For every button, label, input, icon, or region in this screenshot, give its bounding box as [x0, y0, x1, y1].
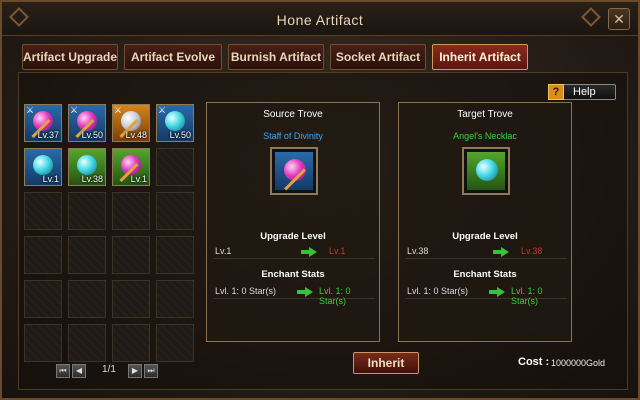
staff-pink-orb-icon	[275, 152, 313, 191]
arrow-right-icon	[297, 287, 313, 297]
last-page-button[interactable]: ⏭	[144, 364, 158, 378]
empty-slot[interactable]	[24, 192, 62, 230]
close-button[interactable]: ✕	[608, 8, 630, 30]
enchant-stats-label: Enchant Stats	[453, 269, 517, 280]
empty-slot[interactable]	[156, 236, 194, 274]
item-level: Lv.1	[42, 174, 59, 184]
help-label: Help	[573, 86, 596, 98]
necklace-cyan-icon	[77, 155, 97, 175]
source-trove-panel: Source Trove Staff of Divinity Upgrade L…	[206, 102, 380, 342]
enchant-stats-row: Lvl. 1: 0 Star(s) Lvl. 1: 0 Star(s)	[405, 285, 567, 306]
inventory-slot[interactable]: ⚔ Lv.48	[112, 104, 150, 142]
enchant-stats-label: Enchant Stats	[261, 269, 325, 280]
item-level: Lv.37	[37, 130, 59, 140]
empty-slot[interactable]	[112, 280, 150, 318]
empty-slot[interactable]	[24, 280, 62, 318]
level-to: Lv.1	[329, 246, 346, 256]
tab-inherit-artifact[interactable]: Inherit Artifact	[432, 44, 528, 70]
stars-to: Lvl. 1: 0 Star(s)	[319, 286, 351, 306]
enchant-stats-row: Lvl. 1: 0 Star(s) Lvl. 1: 0 Star(s)	[213, 285, 375, 306]
inherit-button[interactable]: Inherit	[353, 352, 419, 374]
empty-slot[interactable]	[156, 324, 194, 362]
empty-slot[interactable]	[156, 280, 194, 318]
cost-value: 1000000Gold	[551, 358, 606, 368]
upgrade-level-row: Lv.1 Lv.1	[213, 245, 375, 259]
first-page-button[interactable]: ⏮	[56, 364, 70, 378]
necklace-cyan-icon	[467, 152, 505, 190]
upgrade-level-label: Upgrade Level	[452, 231, 518, 242]
source-trove-title: Source Trove	[263, 109, 323, 120]
inventory-slot[interactable]: Lv.38	[68, 148, 106, 186]
inventory-grid: ⚔ Lv.37 ⚔ Lv.50 ⚔ Lv.48 ⚔ Lv.50 Lv.1 Lv.…	[22, 102, 198, 382]
arrow-right-icon	[489, 287, 505, 297]
title-bar: Hone Artifact ✕	[2, 2, 638, 36]
target-trove-panel: Target Trove Angel's Necklac Upgrade Lev…	[398, 102, 572, 342]
gem-icon	[476, 159, 498, 181]
item-level: Lv.50	[169, 130, 191, 140]
level-to: Lv.38	[521, 246, 543, 256]
source-item-slot[interactable]	[270, 147, 318, 195]
empty-slot[interactable]	[24, 324, 62, 362]
empty-slot[interactable]	[112, 192, 150, 230]
necklace-cyan-icon	[33, 155, 53, 175]
target-trove-title: Target Trove	[457, 109, 513, 120]
inventory-slot[interactable]: Lv.1	[112, 148, 150, 186]
empty-slot[interactable]	[68, 236, 106, 274]
level-from: Lv.38	[407, 246, 429, 256]
bind-lock-icon: ⚔	[158, 105, 167, 115]
bind-lock-icon: ⚔	[114, 105, 123, 115]
upgrade-level-row: Lv.38 Lv.38	[405, 245, 567, 259]
prev-page-button[interactable]: ◀	[72, 364, 86, 378]
help-button[interactable]: ? Help	[548, 84, 616, 100]
tab-burnish-artifact[interactable]: Burnish Artifact	[228, 44, 324, 70]
arrow-right-icon	[493, 247, 509, 257]
upgrade-level-label: Upgrade Level	[260, 231, 326, 242]
tab-artifact-evolve[interactable]: Artifact Evolve	[124, 44, 222, 70]
item-level: Lv.38	[81, 174, 103, 184]
empty-slot[interactable]	[68, 280, 106, 318]
empty-slot[interactable]	[156, 148, 194, 186]
target-item-slot[interactable]	[462, 147, 510, 195]
empty-slot[interactable]	[156, 192, 194, 230]
page-indicator: 1/1	[102, 364, 116, 375]
item-level: Lv.50	[81, 130, 103, 140]
bind-lock-icon: ⚔	[26, 105, 35, 115]
inventory-slot[interactable]: Lv.1	[24, 148, 62, 186]
tab-artifact-upgrade[interactable]: Artifact Upgrade	[22, 44, 118, 70]
item-level: Lv.48	[125, 130, 147, 140]
question-icon: ?	[548, 84, 564, 100]
target-item-name: Angel's Necklac	[453, 131, 517, 141]
inventory-slot[interactable]: ⚔ Lv.37	[24, 104, 62, 142]
source-item-name: Staff of Divinity	[263, 131, 323, 141]
bind-lock-icon: ⚔	[70, 105, 79, 115]
stars-from: Lvl. 1: 0 Star(s)	[215, 286, 277, 296]
necklace-cyan-icon	[165, 111, 185, 131]
empty-slot[interactable]	[68, 192, 106, 230]
empty-slot[interactable]	[24, 236, 62, 274]
tab-socket-artifact[interactable]: Socket Artifact	[330, 44, 426, 70]
inventory-slot[interactable]: ⚔ Lv.50	[156, 104, 194, 142]
empty-slot[interactable]	[112, 324, 150, 362]
inventory-slot[interactable]: ⚔ Lv.50	[68, 104, 106, 142]
stars-from: Lvl. 1: 0 Star(s)	[407, 286, 469, 296]
empty-slot[interactable]	[112, 236, 150, 274]
item-level: Lv.1	[130, 174, 147, 184]
window-title: Hone Artifact	[276, 12, 364, 28]
cost-label: Cost :	[518, 356, 550, 368]
next-page-button[interactable]: ▶	[128, 364, 142, 378]
arrow-right-icon	[301, 247, 317, 257]
empty-slot[interactable]	[68, 324, 106, 362]
stars-to: Lvl. 1: 0 Star(s)	[511, 286, 543, 306]
level-from: Lv.1	[215, 246, 232, 256]
